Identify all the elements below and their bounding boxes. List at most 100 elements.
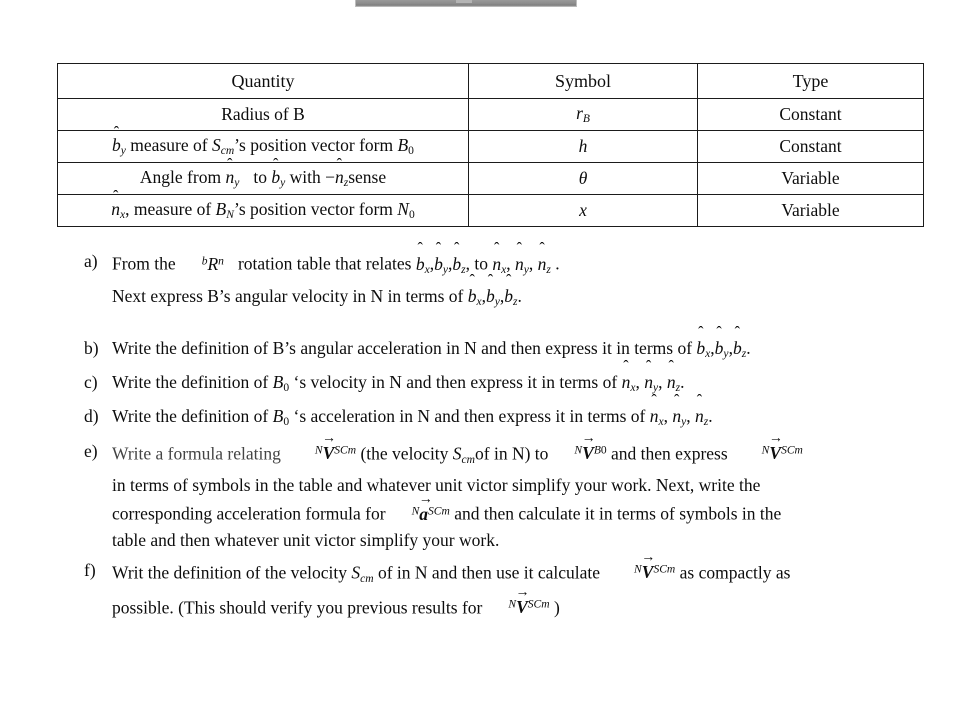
vector-V: → V [641, 551, 655, 585]
rotation-matrix-symbol: bRn [202, 254, 224, 274]
text-c-lead: Write the definition of [112, 372, 273, 393]
text-and-then-express: and then express [606, 443, 728, 464]
vector-V: → V [769, 432, 783, 466]
question-body-b: Write the definition of B’s angular acce… [112, 324, 934, 367]
n-hat-symbol: ˆn [515, 240, 524, 277]
question-item-f: f) Writ the definition of the velocity S… [84, 551, 934, 621]
hat-accent-icon: ˆ [516, 239, 523, 257]
hat-accent-icon: ˆ [539, 239, 545, 257]
text-of-in-N: of in N) to [475, 443, 549, 464]
n-hat-symbol: ˆn [672, 393, 681, 429]
question-label-d: d) [84, 406, 99, 427]
question-label-b: b) [84, 337, 99, 358]
question-f-line-2: possible. (This should verify you previo… [112, 586, 934, 621]
sub-N: N [226, 208, 234, 221]
text-position-vector-form: ’s position vector form [234, 134, 398, 155]
hat-accent-icon: ˆ [435, 239, 442, 257]
comma: , [658, 372, 663, 393]
text-period: . [746, 337, 751, 358]
letter-N: N [397, 198, 409, 219]
question-e-line-1: Write a formula relating N → VSCm (the velo… [112, 432, 934, 473]
text-f-lead: Writ the definition of the velocity [112, 562, 352, 583]
hat-accent-icon: ˆ [227, 155, 233, 173]
supsc-Cm: Cm [340, 444, 357, 457]
question-e-line-2: in terms of symbols in the table and wha… [112, 475, 761, 496]
vector-arrow-icon: → [581, 431, 596, 447]
hat-accent-icon: ˆ [417, 239, 423, 257]
symbol-sub-B: B [582, 112, 590, 125]
comma: , [528, 253, 534, 274]
symbol-theta: θ [578, 168, 588, 189]
velocity-Scm-symbol-4: N → VSCm [508, 586, 550, 620]
b-hat-symbol: ˆb [733, 324, 742, 361]
quantity-text: Radius of B [221, 104, 305, 125]
question-body-c: Write the definition of B0 ‘s velocity i… [112, 359, 934, 401]
question-b-line-1: Write the definition of B’s angular acce… [112, 324, 934, 367]
hat-accent-icon: ˆ [273, 155, 279, 173]
b-hat-symbol: ˆb [715, 324, 724, 361]
table-row: Radius of B rB Constant [57, 98, 924, 131]
question-body-a: From the bRn rotation table that relates ˆ… [112, 240, 934, 315]
question-list: a) From the bRn rotation table that relate… [84, 240, 934, 621]
hat-accent-icon: ˆ [469, 271, 475, 289]
question-label-f: f) [84, 559, 96, 580]
text-e3-tail: and then calculate it in terms of symbol… [449, 503, 782, 524]
cell-symbol-h: h [468, 130, 698, 163]
sub-zero: 0 [408, 208, 415, 221]
supsc-Cm: Cm [533, 598, 550, 611]
quantity-symbol-type-table: Quantity Symbol Type Radius of B rB Cons… [57, 63, 924, 227]
question-item-c: c) Write the definition of B0 ‘s velocit… [84, 359, 934, 401]
vector-V: → V [322, 432, 336, 466]
hat-accent-icon: ˆ [505, 271, 512, 289]
hat-accent-icon: ˆ [674, 392, 680, 410]
sub-cm: cm [360, 572, 374, 585]
hat-accent-icon: ˆ [716, 324, 722, 341]
b-hat-symbol: ˆb [434, 240, 443, 277]
header-symbol: Symbol [468, 63, 698, 99]
letter-a: a [419, 503, 429, 524]
cell-symbol-x: x [468, 194, 698, 227]
table-row: ˆ nx, measure of BN’s position vector for… [57, 188, 924, 227]
header-type: Type [697, 63, 924, 99]
n-hat-symbol: ˆn [667, 359, 676, 395]
supsc-Cm: Cm [433, 505, 450, 518]
letter-V: V [769, 443, 782, 464]
b-hat-symbol: ˆb [452, 240, 461, 277]
vector-arrow-icon: → [418, 491, 433, 507]
text-d-lead: Write the definition of [112, 406, 273, 427]
letter-V: V [641, 562, 654, 583]
text-rotation-table: rotation table that relates [237, 253, 416, 274]
question-label-c: c) [84, 372, 98, 393]
text-period: . [550, 253, 560, 274]
text-period: . [517, 285, 522, 306]
sub-zero: 0 [408, 144, 414, 157]
n-hat-symbol: ˆn [225, 156, 234, 187]
question-label-e: e) [84, 440, 98, 461]
n-hat-symbol: ˆn [111, 188, 120, 219]
vector-a: → a [419, 492, 433, 527]
vector-V: → V [516, 586, 530, 620]
letter-V: V [582, 443, 594, 464]
table-header-row: Quantity Symbol Type [57, 63, 924, 99]
symbol-r: r [576, 102, 583, 123]
symbol-x: x [579, 200, 587, 221]
hat-accent-icon: ˆ [623, 358, 629, 376]
document-page: Quantity Symbol Type Radius of B rB Cons… [0, 0, 963, 715]
letter-B: B [272, 406, 284, 427]
question-e-line-4: table and then whatever unit victor simp… [112, 529, 500, 550]
text-e3-lead: corresponding acceleration formula for [112, 503, 386, 524]
text-period: . [680, 372, 685, 393]
cell-symbol-rB: rB [468, 98, 698, 131]
letter-B: B [397, 134, 409, 155]
comma: , [663, 406, 668, 427]
text-d-mid: ‘s acceleration in N and then express it… [289, 406, 650, 427]
cell-type-constant-2: Constant [697, 130, 924, 163]
comma: , [686, 406, 691, 427]
b-hat-symbol: ˆb [696, 324, 705, 361]
hat-accent-icon: ˆ [698, 324, 704, 341]
b-hat-symbol: ˆb [486, 272, 495, 309]
text-from-the: From the [112, 253, 176, 274]
hat-accent-icon: ˆ [487, 271, 494, 289]
vector-arrow-icon: → [641, 550, 656, 566]
cell-symbol-theta: θ [468, 162, 698, 195]
